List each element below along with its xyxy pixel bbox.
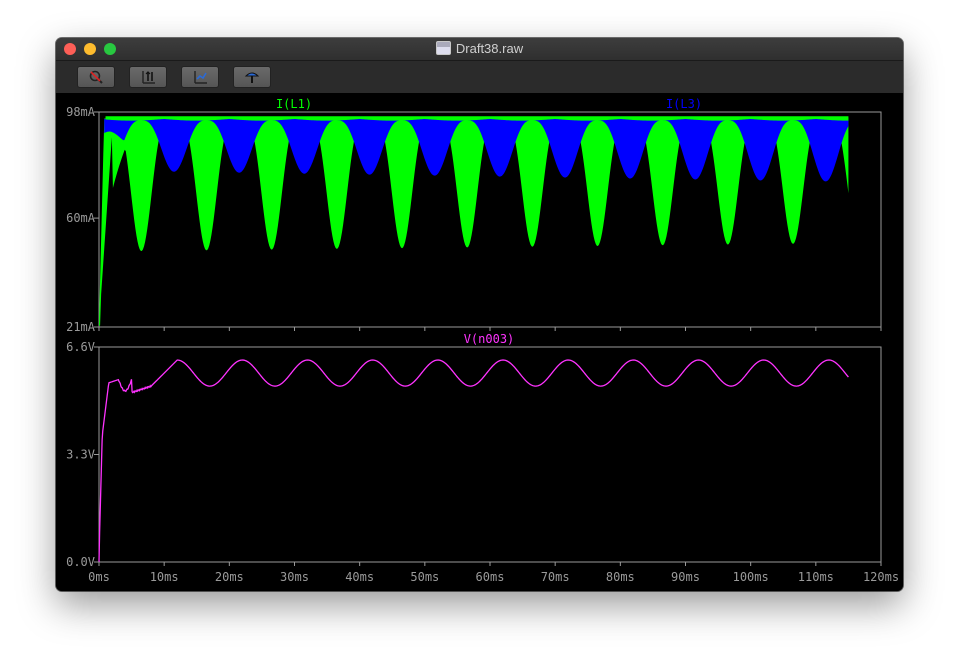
waveform-file-icon bbox=[435, 41, 451, 55]
x-tick-label: 90ms bbox=[671, 570, 700, 584]
zoom-fit-button[interactable] bbox=[181, 66, 219, 88]
window-title-wrap: Draft38.raw bbox=[56, 41, 903, 56]
y-tick-label: 60mA bbox=[66, 211, 96, 225]
x-tick-label: 110ms bbox=[798, 570, 834, 584]
y-tick-label: 21mA bbox=[66, 320, 96, 334]
trace-label-i-l1[interactable]: I(L1) bbox=[276, 97, 312, 111]
y-tick-label: 6.6V bbox=[66, 340, 95, 354]
x-tick-label: 0ms bbox=[88, 570, 110, 584]
zoom-cancel-icon bbox=[89, 70, 103, 84]
series-i-l1-area bbox=[99, 117, 849, 326]
plot-area[interactable]: I(L1) I(L3) 98mA 60mA 21mA V(n003) 6.6V 3.3… bbox=[56, 93, 903, 591]
y-tick-label: 0.0V bbox=[66, 555, 95, 569]
x-tick-label: 60ms bbox=[476, 570, 505, 584]
x-tick-label: 120ms bbox=[863, 570, 899, 584]
probe-button[interactable] bbox=[233, 66, 271, 88]
window-title: Draft38.raw bbox=[455, 41, 524, 56]
x-tick-label: 20ms bbox=[215, 570, 244, 584]
x-tick-label: 80ms bbox=[606, 570, 635, 584]
x-tick-label: 40ms bbox=[345, 570, 374, 584]
series-v-n003-line bbox=[98, 359, 849, 563]
zoom-fit-icon bbox=[194, 71, 207, 84]
trace-label-v-n003[interactable]: V(n003) bbox=[464, 332, 515, 346]
x-tick-label: 10ms bbox=[150, 570, 179, 584]
toolbar bbox=[56, 61, 903, 93]
autorange-button[interactable] bbox=[129, 66, 167, 88]
trace-label-i-l3[interactable]: I(L3) bbox=[666, 97, 702, 111]
x-tick-label: 30ms bbox=[280, 570, 309, 584]
zoom-cancel-button[interactable] bbox=[77, 66, 115, 88]
x-tick-label: 70ms bbox=[541, 570, 570, 584]
bottom-pane-frame bbox=[98, 346, 882, 563]
x-tick-label: 50ms bbox=[410, 570, 439, 584]
autorange-icon bbox=[142, 71, 155, 84]
title-bar[interactable]: Draft38.raw bbox=[56, 38, 903, 61]
waveform-window: Draft38.raw I(L1) I(L3) 98mA 60mA 21mA V… bbox=[56, 38, 903, 591]
y-tick-label: 3.3V bbox=[66, 448, 95, 462]
probe-icon bbox=[244, 72, 260, 83]
x-tick-label: 100ms bbox=[733, 570, 769, 584]
y-tick-label: 98mA bbox=[66, 105, 96, 119]
waveform-chart[interactable]: I(L1) I(L3) 98mA 60mA 21mA V(n003) 6.6V 3.3… bbox=[56, 93, 903, 591]
